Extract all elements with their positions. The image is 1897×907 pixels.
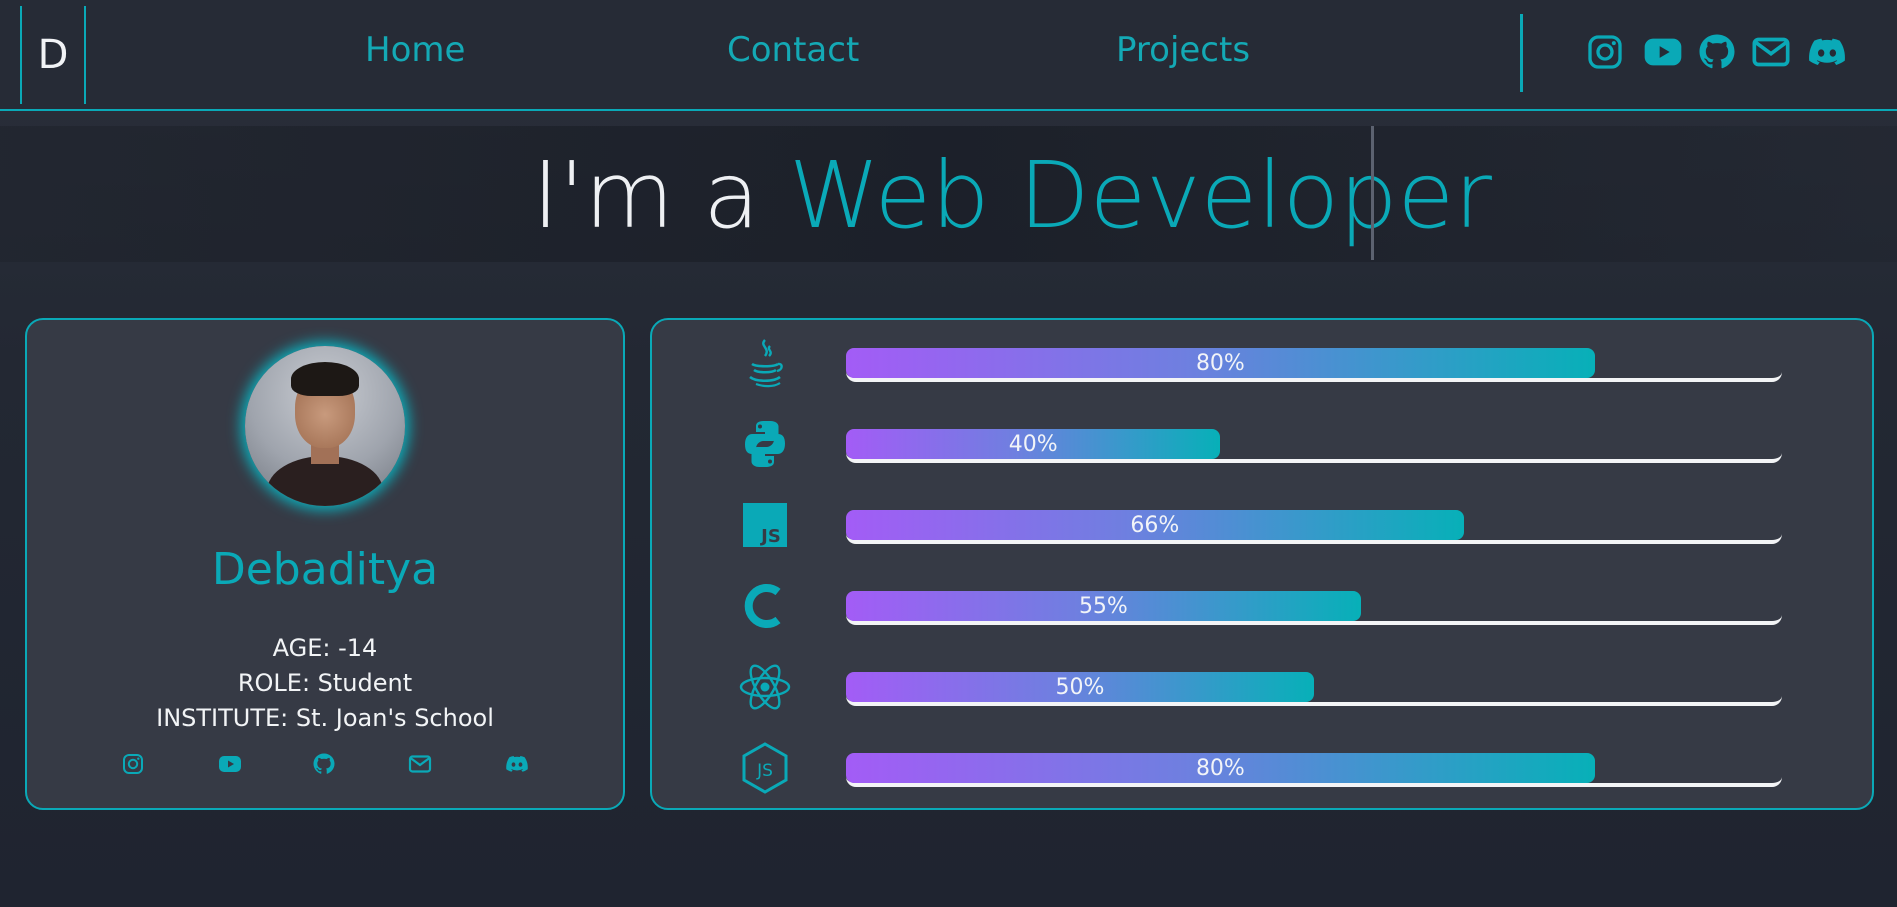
skill-row-java: 80% — [652, 336, 1872, 396]
skill-bar-fill: 80% — [846, 348, 1595, 378]
skill-bar-track: 80% — [846, 753, 1782, 787]
github-icon[interactable] — [312, 752, 336, 776]
youtube-icon[interactable] — [1643, 32, 1683, 72]
avatar — [245, 346, 405, 506]
github-icon[interactable] — [1697, 32, 1737, 72]
nav-divider — [1520, 14, 1523, 92]
skills-card: 80% 40% JS 66% 55% 50% JS 80% — [650, 318, 1874, 810]
skill-bar-fill: 50% — [846, 672, 1314, 702]
skill-row-javascript: JS 66% — [652, 498, 1872, 558]
skill-row-react: 50% — [652, 660, 1872, 720]
hero-heading: I'm a Web Developer — [532, 146, 1492, 246]
mail-icon[interactable] — [1751, 32, 1791, 72]
svg-text:JS: JS — [759, 526, 781, 547]
nav-link-home[interactable]: Home — [365, 30, 465, 70]
instagram-icon[interactable] — [121, 752, 145, 776]
c-language-icon — [738, 579, 792, 633]
profile-institute: INSTITUTE: St. Joan's School — [156, 704, 494, 732]
svg-text:JS: JS — [756, 761, 773, 781]
skill-bar-track: 50% — [846, 672, 1782, 706]
profile-role: ROLE: Student — [237, 669, 413, 697]
profile-card: Debaditya AGE: -14 ROLE: Student INSTITU… — [25, 318, 625, 810]
skill-bar-track: 40% — [846, 429, 1782, 463]
skill-bar-fill: 40% — [846, 429, 1221, 459]
nav-link-contact[interactable]: Contact — [727, 30, 859, 70]
youtube-icon[interactable] — [218, 752, 242, 776]
skill-bar-track: 66% — [846, 510, 1782, 544]
instagram-icon[interactable] — [1585, 32, 1625, 72]
react-icon — [738, 660, 792, 714]
nav-link-projects[interactable]: Projects — [1116, 30, 1250, 70]
skill-row-python: 40% — [652, 417, 1872, 477]
skill-bar-fill: 55% — [846, 591, 1361, 621]
java-icon — [738, 336, 792, 390]
skill-bar-track: 80% — [846, 348, 1782, 382]
hero-highlight: Web Developer — [788, 142, 1492, 249]
nodejs-icon: JS — [738, 741, 792, 795]
profile-age: AGE: -14 — [272, 634, 378, 662]
profile-name: Debaditya — [211, 544, 439, 595]
navbar: D Home Contact Projects — [0, 0, 1897, 111]
skill-bar-fill: 80% — [846, 753, 1595, 783]
profile-social-icons — [27, 752, 623, 776]
skill-bar-fill: 66% — [846, 510, 1464, 540]
skill-row-nodejs: JS 80% — [652, 741, 1872, 801]
discord-icon[interactable] — [505, 752, 529, 776]
mail-icon[interactable] — [408, 752, 432, 776]
discord-icon[interactable] — [1807, 32, 1847, 72]
hero-prefix: I'm a — [532, 142, 789, 249]
site-logo[interactable]: D — [20, 6, 86, 104]
skill-bar-track: 55% — [846, 591, 1782, 625]
javascript-icon: JS — [738, 498, 792, 552]
typing-cursor — [1371, 126, 1374, 260]
python-icon — [738, 417, 792, 471]
skill-row-c: 55% — [652, 579, 1872, 639]
